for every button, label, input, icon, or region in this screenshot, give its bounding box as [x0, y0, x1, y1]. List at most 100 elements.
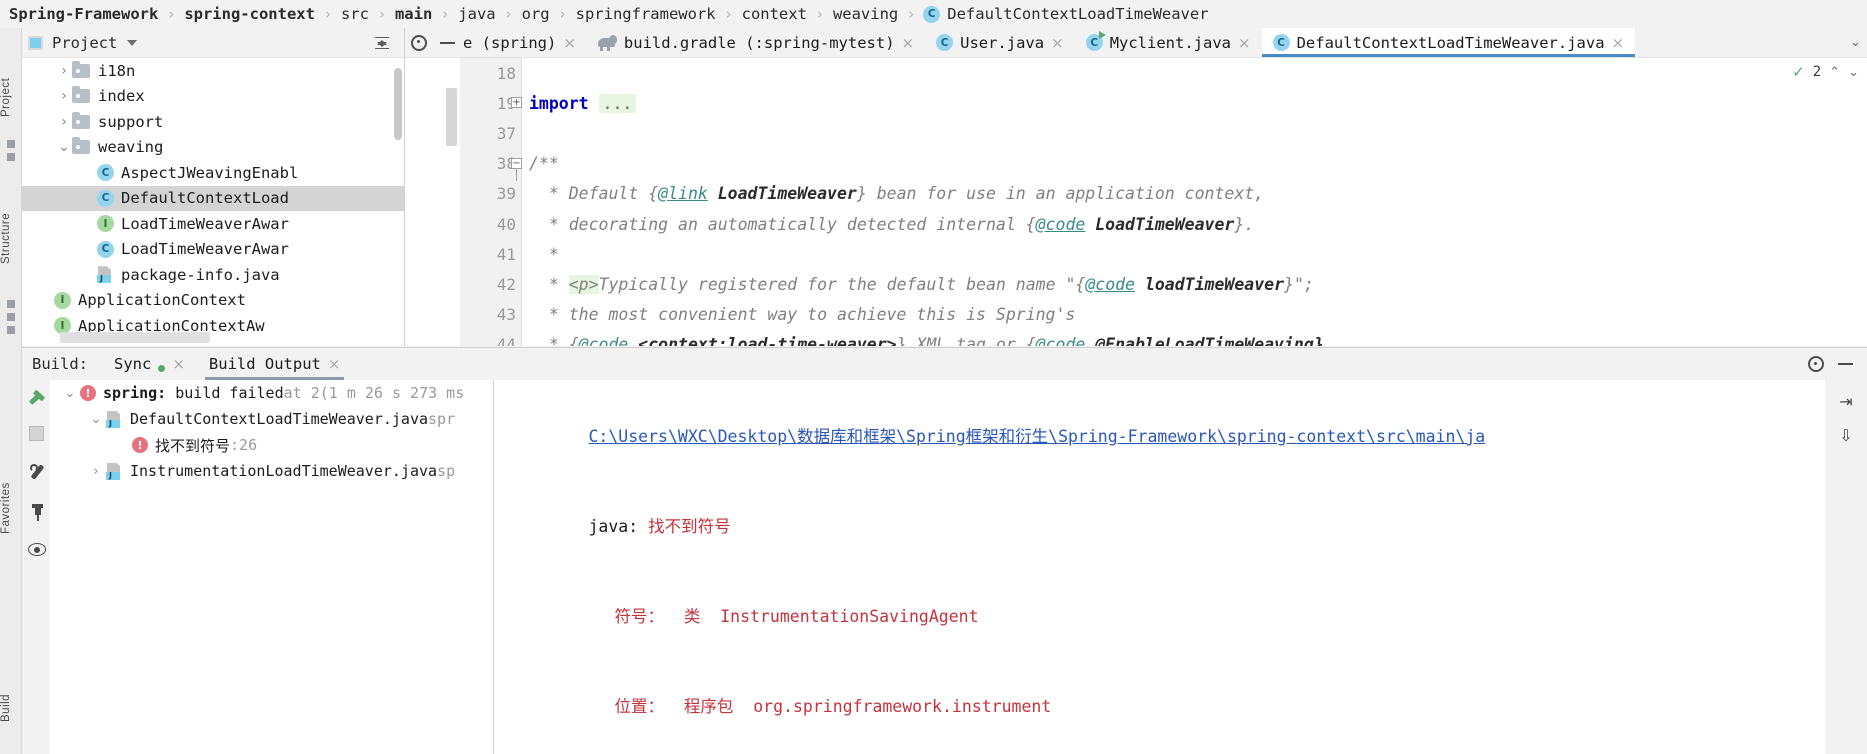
build-output-console[interactable]: C:\Users\WXC\Desktop\数据库和框架\Spring框架和衍生\… — [495, 380, 1825, 754]
code-line[interactable]: 18 — [405, 58, 1867, 88]
rerun-build-icon[interactable] — [28, 389, 46, 412]
chevron-right-icon[interactable]: › — [81, 241, 97, 257]
chevron-down-icon[interactable] — [127, 39, 138, 46]
breadcrumb-item[interactable]: src — [340, 5, 370, 23]
project-tree[interactable]: ›i18n›index›support⌄weaving›CAspectJWeav… — [22, 58, 404, 346]
show-icon[interactable] — [28, 543, 48, 557]
collapse-icon[interactable]: ⇩ — [1835, 424, 1857, 446]
project-tree-item[interactable]: ›C DefaultContextLoad — [22, 185, 404, 211]
build-tree-row[interactable]: ! 找不到符号 :26 — [50, 432, 493, 458]
chevron-right-icon[interactable]: › — [81, 267, 97, 283]
breadcrumb-item[interactable]: context — [741, 5, 808, 23]
chevron-right-icon[interactable]: › — [56, 63, 72, 79]
code-line[interactable]: 38−/** — [405, 149, 1867, 181]
breadcrumb-item[interactable]: C DefaultContextLoadTimeWeaver — [923, 5, 1209, 23]
fold-expand-icon[interactable]: + — [511, 97, 522, 109]
code-editor[interactable]: 18 19 + import ... 37 38−/** 39 * Default {@li… — [405, 58, 1867, 346]
project-tree-item[interactable]: › support — [22, 109, 404, 135]
inspection-ok-icon: ✓ — [1792, 63, 1805, 81]
code-line[interactable]: 39 * Default {@link LoadTimeWeaver} bean… — [405, 179, 1867, 209]
editor-minimize-button[interactable] — [433, 28, 461, 57]
inspection-prev-icon[interactable]: ⌃ — [1829, 65, 1840, 80]
inspection-widget[interactable]: ✓ 2 ⌃ ⌄ — [1792, 63, 1859, 81]
project-tree-hscrollbar[interactable] — [60, 332, 210, 343]
tool-tab-structure[interactable]: Structure — [0, 188, 22, 288]
breadcrumb-item[interactable]: weaving — [832, 5, 899, 23]
close-icon[interactable]: × — [563, 34, 576, 52]
chevron-right-icon[interactable]: › — [56, 114, 72, 130]
close-icon[interactable]: × — [1238, 34, 1251, 52]
expand-icon[interactable]: ⇥ — [1835, 390, 1857, 412]
pin-icon[interactable] — [30, 504, 45, 522]
close-icon[interactable]: × — [172, 355, 185, 373]
chevron-down-icon[interactable]: ⌄ — [56, 139, 72, 155]
tool-tab-project[interactable]: Project — [0, 62, 22, 132]
chevron-right-icon[interactable]: › — [38, 292, 54, 308]
chevron-down-icon[interactable]: ⌄ — [86, 412, 106, 427]
tool-tab-build[interactable]: Build — [0, 668, 22, 748]
editor-settings-button[interactable] — [405, 28, 433, 57]
project-tree-item[interactable]: ⌄ weaving — [22, 135, 404, 161]
chevron-right-icon[interactable]: › — [81, 190, 97, 206]
build-results-tree[interactable]: ⌄! spring: build failed at 2(1 m 26 s 273… — [50, 380, 494, 754]
breadcrumb-separator: › — [324, 5, 331, 23]
breadcrumb-label: src — [340, 5, 369, 23]
editor-tab[interactable]: C DefaultContextLoadTimeWeaver.java × — [1261, 28, 1636, 57]
code-line[interactable]: 41 * — [405, 239, 1867, 269]
code-line[interactable]: 43 * the most convenient way to achieve … — [405, 300, 1867, 330]
chevron-right-icon[interactable]: › — [81, 216, 97, 232]
breadcrumb-item[interactable]: org — [521, 5, 551, 23]
build-error-path[interactable]: C:\Users\WXC\Desktop\数据库和框架\Spring框架和衍生\… — [509, 392, 1825, 482]
breadcrumb-item[interactable]: springframework — [575, 5, 717, 23]
strip-dot — [7, 140, 15, 148]
code-line[interactable]: 40 * decorating an automatically detecte… — [405, 209, 1867, 239]
editor-tab[interactable]: e (spring) × — [461, 28, 587, 57]
close-icon[interactable]: × — [1051, 34, 1064, 52]
project-tree-item[interactable]: ›C LoadTimeWeaverAwar — [22, 237, 404, 263]
chevron-right-icon[interactable]: › — [86, 464, 106, 479]
code-line[interactable]: 19 + import ... — [405, 88, 1867, 118]
inspection-next-icon[interactable]: ⌄ — [1848, 65, 1859, 80]
project-tree-vscrollbar[interactable] — [394, 68, 402, 140]
close-icon[interactable]: × — [902, 34, 915, 52]
project-tree-item[interactable]: › index — [22, 84, 404, 110]
fold-collapse-icon[interactable]: − — [511, 157, 522, 169]
build-tree-row[interactable]: ⌄ J DefaultContextLoadTimeWeaver.java spr — [50, 406, 493, 432]
breadcrumb-item[interactable]: java — [457, 5, 496, 23]
build-tree-row[interactable]: › J InstrumentationLoadTimeWeaver.java sp — [50, 458, 493, 484]
chevron-down-icon[interactable]: ⌄ — [60, 386, 80, 401]
error-file-path[interactable]: C:\Users\WXC\Desktop\数据库和框架\Spring框架和衍生\… — [588, 427, 1485, 446]
build-status-text: build failed — [166, 384, 284, 402]
editor-tab[interactable]: C User.java × — [925, 28, 1075, 57]
build-tree-row[interactable]: ⌄! spring: build failed at 2(1 m 26 s 273… — [50, 380, 493, 406]
project-tree-item[interactable]: › i18n — [22, 58, 404, 84]
project-tree-item[interactable]: ›I ApplicationContext — [22, 288, 404, 314]
chevron-right-icon[interactable]: › — [38, 318, 54, 334]
collapse-all-icon[interactable] — [372, 33, 392, 53]
stop-icon[interactable] — [29, 426, 44, 441]
code-line[interactable]: 44 * {@code <context:load-time-weaver>} … — [405, 330, 1867, 346]
close-icon[interactable]: × — [328, 355, 341, 373]
gradle-icon — [597, 35, 617, 51]
code-line[interactable]: 42 * <p>Typically registered for the def… — [405, 269, 1867, 299]
editor-tab[interactable]: build.gradle (:spring-mytest) × — [587, 28, 925, 57]
breadcrumb-item[interactable]: spring-context — [183, 5, 316, 23]
build-tab[interactable]: Build Output × — [197, 348, 353, 380]
code-line[interactable]: 37 — [405, 118, 1867, 148]
breadcrumb-item[interactable]: main — [394, 5, 433, 23]
build-settings-icon[interactable] — [29, 464, 46, 481]
chevron-right-icon[interactable]: › — [56, 88, 72, 104]
project-tree-item[interactable]: ›Jpackage-info.java — [22, 262, 404, 288]
editor-tab[interactable]: C Myclient.java × — [1075, 28, 1262, 57]
build-window-title: Build: — [32, 355, 88, 373]
breadcrumb-item[interactable]: Spring-Framework — [8, 5, 159, 23]
close-icon[interactable]: × — [1612, 34, 1625, 52]
project-tree-item[interactable]: ›I LoadTimeWeaverAwar — [22, 211, 404, 237]
hide-icon[interactable] — [1838, 363, 1853, 365]
gear-icon[interactable] — [1808, 356, 1824, 372]
tab-overflow-icon[interactable]: ⌄ — [1850, 35, 1861, 50]
build-tab[interactable]: Sync × — [102, 348, 197, 380]
tool-tab-favorites[interactable]: Favorites — [0, 458, 22, 558]
project-tree-item[interactable]: ›C AspectJWeavingEnabl — [22, 160, 404, 186]
chevron-right-icon[interactable]: › — [81, 165, 97, 181]
